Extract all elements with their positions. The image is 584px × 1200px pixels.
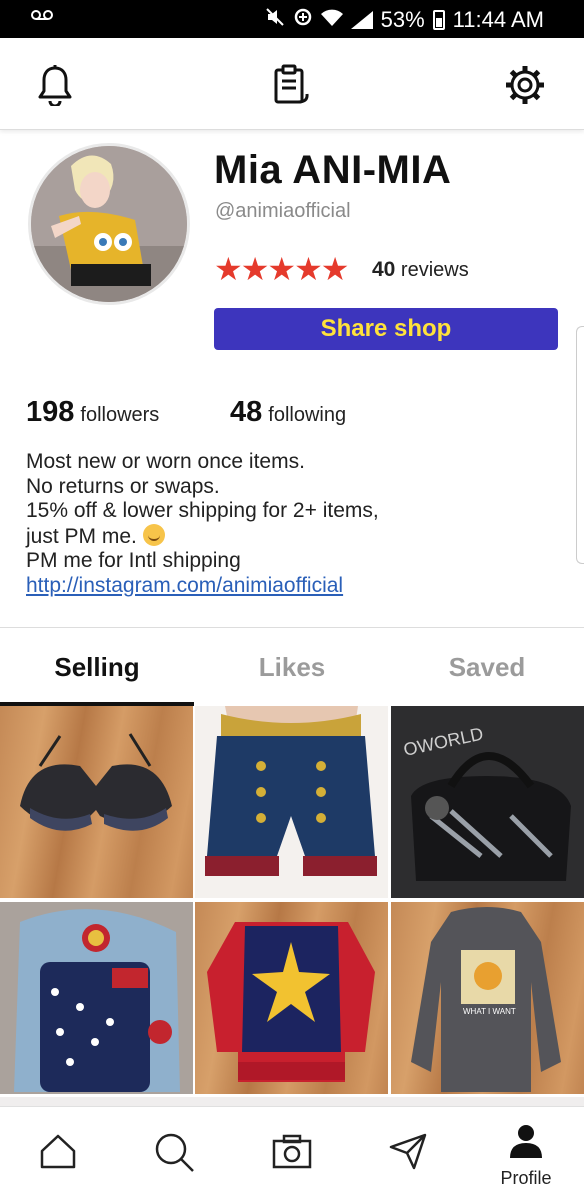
battery-percent: 53% [380, 7, 425, 32]
bell-icon[interactable] [30, 60, 80, 110]
bio-line: 15% off & lower shipping for 2+ items, [26, 499, 379, 522]
avatar[interactable] [28, 143, 190, 305]
divider [0, 627, 584, 628]
bio-line: Most new or worn once items. [26, 450, 305, 473]
wifi-icon [320, 7, 343, 33]
following-stat[interactable]: 48 following [230, 396, 346, 429]
signal-icon [350, 11, 373, 29]
bio-line: No returns or swaps. [26, 474, 220, 498]
tab-saved[interactable]: Saved [390, 638, 584, 706]
followers-stat[interactable]: 198 followers [26, 396, 159, 429]
following-count: 48 [230, 396, 263, 428]
top-nav-bar [0, 38, 584, 130]
profile-tabs: Selling Likes Saved [0, 638, 584, 706]
followers-count: 198 [26, 396, 75, 428]
profile-icon [509, 1123, 543, 1164]
scroll-indicator[interactable] [576, 326, 584, 564]
data-saver-icon [293, 7, 313, 33]
profile-name: Mia ANI-MIA [214, 148, 452, 192]
instagram-link[interactable]: http://instagram.com/animiaofficial [26, 574, 343, 597]
profile-handle: @animiaofficial [215, 200, 351, 222]
bottom-nav-bar: Profile [0, 1106, 584, 1200]
smiling-emoji-icon [142, 523, 165, 546]
share-shop-button[interactable]: Share shop [214, 308, 558, 350]
listing-tile[interactable] [195, 706, 388, 898]
battery-icon [432, 10, 445, 30]
followers-label: followers [80, 404, 160, 426]
reviews-count[interactable]: 40 reviews [372, 258, 469, 282]
reviews-number: 40 [372, 258, 396, 281]
settings-icon[interactable] [500, 60, 550, 110]
voicemail-icon [30, 8, 54, 27]
profile-bio: Most new or worn once items. No returns … [26, 450, 556, 598]
send-icon[interactable] [378, 1131, 438, 1191]
mute-icon [265, 7, 285, 33]
reviews-label: reviews [400, 259, 469, 281]
listing-tile[interactable] [0, 902, 193, 1094]
rating-stars[interactable]: ★★★★★ [214, 253, 349, 285]
profile-tab[interactable]: Profile [496, 1123, 556, 1188]
tab-likes[interactable]: Likes [195, 638, 389, 706]
svg-text:WHAT I WANT: WHAT I WANT [463, 1007, 516, 1016]
bio-line-text: just PM me. [26, 524, 137, 548]
listing-tile[interactable]: WHAT I WANT [391, 902, 584, 1094]
status-bar: 53% 11:44 AM [0, 0, 584, 38]
listing-tile[interactable] [195, 902, 388, 1094]
search-icon[interactable] [144, 1131, 204, 1191]
profile-label: Profile [500, 1168, 552, 1188]
clipboard-icon[interactable] [266, 60, 316, 110]
camera-icon[interactable] [262, 1131, 322, 1191]
listing-tile[interactable] [0, 706, 193, 898]
clock: 11:44 AM [452, 7, 544, 32]
home-icon[interactable] [28, 1131, 88, 1191]
bio-line: PM me for Intl shipping [26, 549, 241, 572]
listing-tile[interactable]: OWORLD [391, 706, 584, 898]
following-label: following [268, 404, 347, 426]
bio-line-with-emoji: just PM me. [26, 523, 556, 550]
tab-selling[interactable]: Selling [0, 638, 194, 706]
